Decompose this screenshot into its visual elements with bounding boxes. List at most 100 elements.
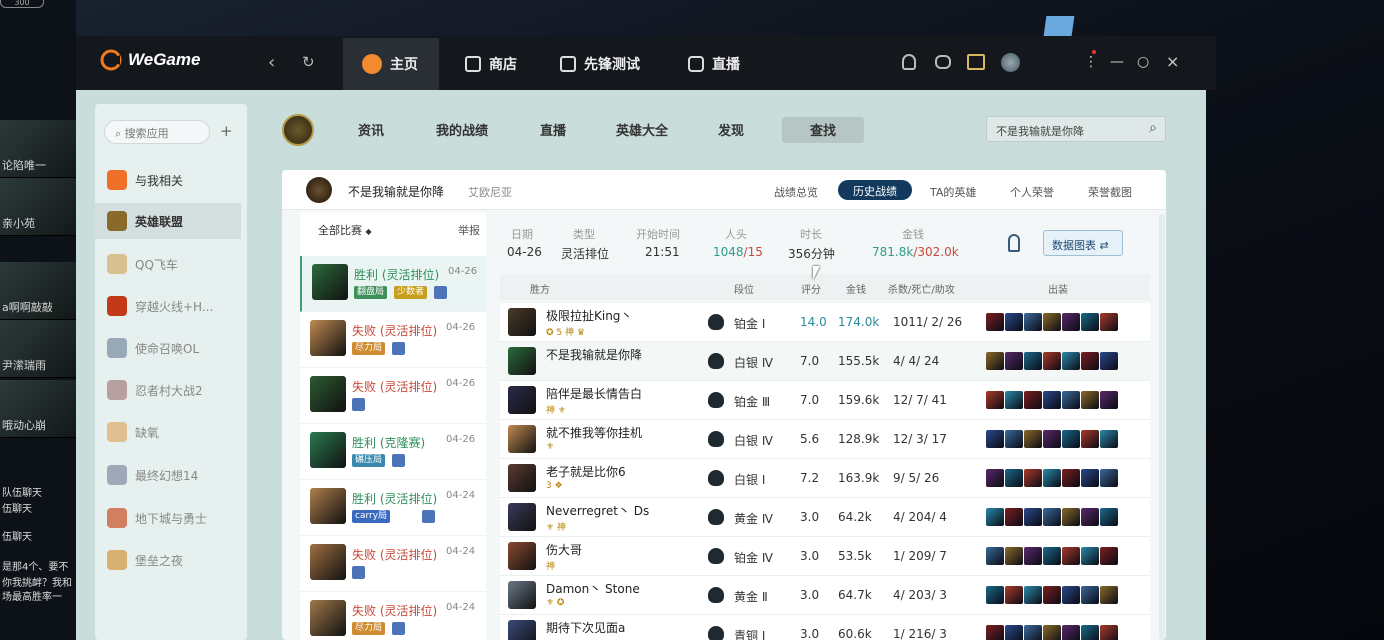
player-name[interactable]: 期待下次见面a (546, 619, 625, 636)
match-item[interactable]: 失败 (灵活排位) 04-24 (300, 536, 486, 592)
match-filter-dropdown[interactable]: 全部比赛 ◆ (318, 222, 372, 238)
item-icon (1024, 586, 1042, 604)
tab-overview[interactable]: 战绩总览 (774, 184, 818, 200)
kda-value: 4/ 204/ 4 (893, 510, 947, 524)
score-value: 7.0 (800, 354, 820, 368)
data-chart-button[interactable]: 数据图表 ⇄ (1043, 230, 1123, 256)
tab-home[interactable]: 主页 (362, 40, 418, 88)
desktop-thumbnail: 尹潆瑞雨 (0, 320, 76, 378)
tab-honor-screenshots[interactable]: 荣誉截图 (1088, 184, 1132, 200)
item-icon (1062, 547, 1080, 565)
share-icon[interactable] (1008, 234, 1020, 252)
tab-heroes[interactable]: TA的英雄 (930, 184, 976, 200)
game-nav-item[interactable]: 资讯 (358, 120, 384, 139)
match-item[interactable]: 胜利 (灵活排位) 04-24 carry局 (300, 480, 486, 536)
scrollbar[interactable] (1159, 214, 1165, 640)
player-name[interactable]: 伤大哥 (546, 541, 582, 558)
player-name[interactable]: Neverregret丶 Ds (546, 502, 649, 519)
tab-honor[interactable]: 个人荣誉 (1010, 184, 1054, 200)
match-date: 04-24 (446, 602, 476, 613)
gold-value: 64.2k (838, 510, 872, 524)
desktop-chat-line: 场最高胜率一 (2, 592, 62, 603)
video-icon[interactable] (935, 55, 951, 69)
table-row[interactable]: 陪伴是最长情告白神 ⚜ 铂金 Ⅲ 7.0 159.6k 12/ 7/ 41 (500, 381, 1150, 420)
game-nav-item[interactable]: 我的战绩 (436, 120, 488, 139)
rank-icon (708, 353, 724, 369)
tab-pioneer-test[interactable]: 先锋测试 (560, 40, 640, 88)
item-icon (1005, 547, 1023, 565)
player-server: 艾欧尼亚 (468, 186, 512, 199)
match-item[interactable]: 胜利 (克隆赛) 04-26 碾压局 (300, 424, 486, 480)
player-name[interactable]: 老子就是比你6 (546, 463, 626, 480)
sidebar-item[interactable]: QQ飞车 (95, 246, 241, 282)
player-name[interactable]: 陪伴是最长情告白 (546, 385, 642, 402)
sidebar-item[interactable]: 最终幻想14 (95, 457, 241, 493)
match-item[interactable]: 失败 (灵活排位) 04-24 尽力局 (300, 592, 486, 640)
match-date: 04-26 (446, 434, 476, 445)
item-icon (1043, 469, 1061, 487)
tab-store[interactable]: 商店 (465, 40, 517, 88)
match-item[interactable]: 失败 (灵活排位) 04-26 尽力局 (300, 312, 486, 368)
game-nav-item[interactable]: 英雄大全 (616, 120, 668, 139)
item-build (986, 547, 1118, 565)
add-app-button[interactable]: + (220, 122, 233, 140)
sidebar-item[interactable]: 使命召唤OL (95, 330, 241, 366)
match-result: 胜利 (克隆赛) (352, 436, 426, 450)
game-nav-item[interactable]: 查找 (810, 120, 836, 139)
close-button[interactable]: × (1166, 52, 1179, 71)
player-search-input[interactable]: 不是我输就是你降 ⌕ (986, 116, 1166, 142)
champion-avatar (310, 320, 346, 356)
refresh-icon[interactable]: ↻ (302, 53, 315, 71)
table-row[interactable]: 不是我输就是你降 白银 Ⅳ 7.0 155.5k 4/ 4/ 24 (500, 342, 1150, 381)
detail-icon (352, 398, 365, 411)
report-link[interactable]: 举报 (458, 222, 480, 238)
sidebar-item[interactable]: 英雄联盟 (95, 203, 241, 239)
search-apps-input[interactable]: ⌕ 搜索应用 (104, 120, 210, 144)
item-icon (1005, 313, 1023, 331)
item-icon (1024, 508, 1042, 526)
item-icon (1005, 430, 1023, 448)
player-name[interactable]: 极限拉扯King丶 (546, 307, 632, 324)
maximize-button[interactable]: ○ (1137, 54, 1149, 70)
gold-value: 159.6k (838, 393, 880, 407)
item-icon (1043, 391, 1061, 409)
wegame-logo[interactable]: WeGame (100, 49, 200, 71)
player-name[interactable]: 不是我输就是你降 (546, 346, 642, 363)
match-item[interactable]: 失败 (灵活排位) 04-26 (300, 368, 486, 424)
tab-live[interactable]: 直播 (688, 40, 740, 88)
item-icon (1062, 508, 1080, 526)
search-icon[interactable]: ⌕ (1149, 120, 1157, 136)
player-badges: 神 ⚜ (546, 406, 566, 416)
back-icon[interactable]: ‹ (268, 52, 275, 73)
table-row[interactable]: 伤大哥神 铂金 Ⅳ 3.0 53.5k 1/ 209/ 7 (500, 537, 1150, 576)
table-row[interactable]: 期待下次见面a 青铜 Ⅰ 3.0 60.6k 1/ 216/ 3 (500, 615, 1150, 640)
ghost-icon[interactable] (902, 54, 916, 70)
match-item[interactable]: 胜利 (灵活排位) 04-26 翻盘局 少数者 (300, 256, 486, 312)
table-row[interactable]: 老子就是比你6 3 ❖ 白银 Ⅰ 7.2 163.9k 9/ 5/ 26 (500, 459, 1150, 498)
sidebar-item[interactable]: 穿越火线+H... (95, 288, 241, 324)
player-name[interactable]: 就不推我等你挂机 (546, 424, 642, 441)
app-icon (107, 380, 127, 400)
table-row[interactable]: Damon丶 Stone ⚜ ✪ 黄金 Ⅱ 3.0 64.7k 4/ 203/ 3 (500, 576, 1150, 615)
table-row[interactable]: 极限拉扯King丶 ✪ 5 神 ♛ 铂金 Ⅰ 14.0 174.0k 1011/ 2/ 2… (500, 303, 1150, 342)
tab-live-label: 直播 (712, 57, 740, 73)
game-nav-item[interactable]: 直播 (540, 120, 566, 139)
tab-history-active[interactable]: 历史战绩 (838, 180, 912, 200)
item-icon (1062, 352, 1080, 370)
table-row[interactable]: Neverregret丶 Ds ⚜ 神 黄金 Ⅳ 3.0 64.2k 4/ 204/ 4 (500, 498, 1150, 537)
avatar[interactable] (1001, 53, 1020, 72)
score-value: 14.0 (800, 315, 827, 329)
item-build (986, 352, 1118, 370)
sidebar-item[interactable]: 地下城与勇士 (95, 500, 241, 536)
sidebar-item[interactable]: 忍者村大战2 (95, 372, 241, 408)
minimize-button[interactable]: — (1110, 54, 1124, 70)
sidebar-item[interactable]: 缺氧 (95, 414, 241, 450)
mail-icon[interactable] (967, 54, 985, 70)
sidebar-item[interactable]: 堡垒之夜 (95, 542, 241, 578)
player-name[interactable]: Damon丶 Stone (546, 580, 640, 597)
menu-button[interactable]: ⋮ (1084, 50, 1098, 70)
table-row[interactable]: 就不推我等你挂机 ⚜ 白银 Ⅳ 5.6 128.9k 12/ 3/ 17 (500, 420, 1150, 459)
sidebar-item[interactable]: 与我相关 (95, 162, 241, 198)
sidebar-item-label: 英雄联盟 (135, 214, 184, 229)
game-nav-item[interactable]: 发现 (718, 120, 744, 139)
